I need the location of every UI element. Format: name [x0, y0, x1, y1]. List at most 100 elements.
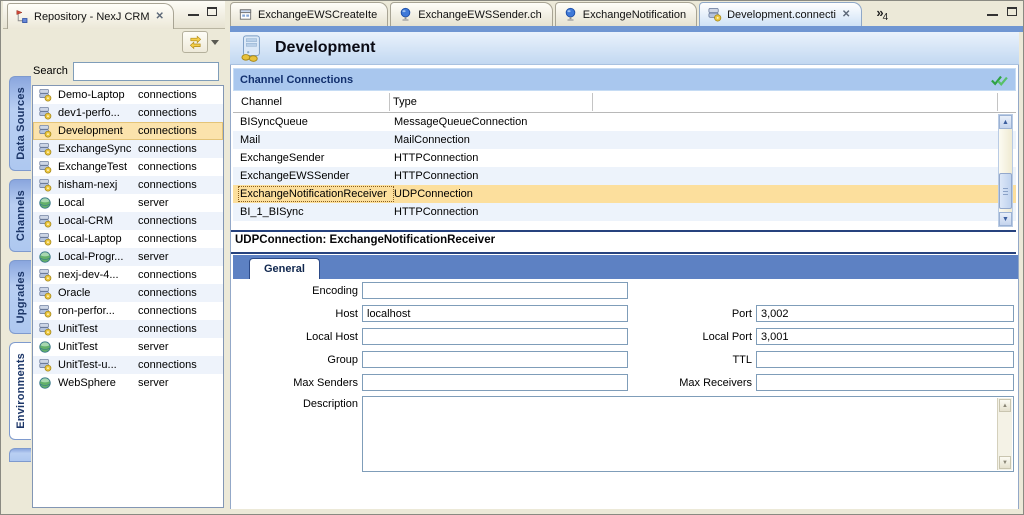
- minimize-icon[interactable]: [188, 7, 199, 16]
- search-label: Search: [33, 65, 68, 77]
- field-local-host-input[interactable]: [362, 328, 628, 345]
- form-field-local-host: Local Host: [233, 328, 628, 345]
- scroll-down-icon[interactable]: ▼: [999, 456, 1011, 469]
- tab-general[interactable]: General: [249, 258, 320, 279]
- connections-icon: [38, 214, 52, 228]
- list-item-local-progr[interactable]: Local-Progr... server: [33, 248, 223, 266]
- list-item-websphere[interactable]: WebSphere server: [33, 374, 223, 392]
- field-max-receivers-input[interactable]: [756, 374, 1014, 391]
- close-icon[interactable]: ✕: [155, 11, 165, 22]
- server-icon: [38, 250, 52, 264]
- table-row-bisyncqueue[interactable]: BISyncQueue MessageQueueConnection: [233, 113, 1016, 131]
- connections-icon: [38, 160, 52, 174]
- minimize-icon[interactable]: [987, 7, 998, 16]
- table-row-bi-1-bisync[interactable]: BI_1_BISync HTTPConnection: [233, 203, 1016, 221]
- channel-connections-table: Channel Type BISyncQueue MessageQueueCon…: [233, 92, 1016, 229]
- list-item-oracle[interactable]: Oracle connections: [33, 284, 223, 302]
- editor-tab-bar: ExchangeEWSCreateIte ✕ ExchangeEWSSender…: [230, 1, 1023, 26]
- list-item-development[interactable]: Development connections: [33, 122, 223, 140]
- sidebar-tab-channels[interactable]: Channels: [9, 179, 31, 252]
- form-field-max-receivers: Max Receivers: [622, 374, 1014, 391]
- list-item-demo-laptop[interactable]: Demo-Laptop connections: [33, 86, 223, 104]
- list-item-unittest-u[interactable]: UnitTest-u... connections: [33, 356, 223, 374]
- list-item-local-crm[interactable]: Local-CRM connections: [33, 212, 223, 230]
- field-ttl-input[interactable]: [756, 351, 1014, 368]
- sidebar-tab-data-sources[interactable]: Data Sources: [9, 76, 31, 171]
- more-tabs-indicator[interactable]: »4: [872, 3, 891, 26]
- editor-header: Development: [230, 32, 1019, 65]
- repository-view-title: Repository - NexJ CRM: [34, 11, 150, 23]
- form-left-column: Encoding Host Local Host Group Max Sende…: [233, 282, 628, 397]
- connections-icon: [38, 232, 52, 246]
- list-item-local-laptop[interactable]: Local-Laptop connections: [33, 230, 223, 248]
- field-max-senders-input[interactable]: [362, 374, 628, 391]
- list-item-local[interactable]: Local server: [33, 194, 223, 212]
- field-local-port-input[interactable]: [756, 328, 1014, 345]
- list-item-nexj-dev-4[interactable]: nexj-dev-4... connections: [33, 266, 223, 284]
- editor-tab-development-connecti[interactable]: Development.connecti ✕: [699, 2, 862, 26]
- scrollbar-thumb[interactable]: [999, 173, 1012, 209]
- list-item-unittest[interactable]: UnitTest connections: [33, 320, 223, 338]
- field-group-input[interactable]: [362, 351, 628, 368]
- form-field-ttl: TTL: [622, 351, 1014, 368]
- description-textarea[interactable]: ▲ ▼: [362, 396, 1014, 472]
- connections-icon: [38, 88, 52, 102]
- list-item-exchangesync[interactable]: ExchangeSync connections: [33, 140, 223, 158]
- list-item-unittest[interactable]: UnitTest server: [33, 338, 223, 356]
- table-row-exchangenotificationreceiver[interactable]: ExchangeNotificationReceiver UDPConnecti…: [233, 185, 1016, 203]
- sync-arrows-icon: [187, 35, 204, 50]
- repository-icon: [14, 9, 29, 24]
- section-title: Channel Connections: [240, 74, 353, 86]
- connections-icon: [38, 358, 52, 372]
- divider: [231, 252, 1016, 254]
- editor-tab-exchangenotification[interactable]: ExchangeNotification ✕: [555, 2, 697, 26]
- scroll-up-icon[interactable]: ▲: [999, 399, 1011, 412]
- list-item-ron-perfor[interactable]: ron-perfor... connections: [33, 302, 223, 320]
- field-port-input[interactable]: [756, 305, 1014, 322]
- detail-header: UDPConnection: ExchangeNotificationRecei…: [235, 234, 495, 246]
- validate-check-icon[interactable]: [990, 73, 1009, 87]
- connections-icon: [38, 106, 52, 120]
- list-item-exchangetest[interactable]: ExchangeTest connections: [33, 158, 223, 176]
- repository-view-tab[interactable]: Repository - NexJ CRM ✕: [7, 3, 174, 29]
- connections-icon: [38, 286, 52, 300]
- environment-server-icon: [237, 34, 265, 62]
- sidebar-tab-environments[interactable]: Environments: [9, 342, 31, 440]
- column-header-channel[interactable]: Channel: [241, 96, 282, 108]
- maximize-icon[interactable]: [207, 7, 217, 16]
- connections-icon: [38, 322, 52, 336]
- connections-icon: [38, 178, 52, 192]
- view-menu-chevron-icon[interactable]: [211, 40, 219, 45]
- link-with-editor-button[interactable]: [182, 31, 208, 53]
- scrollbar-track[interactable]: [999, 129, 1012, 212]
- connections-icon: [38, 268, 52, 282]
- list-item-hisham-nexj[interactable]: hisham-nexj connections: [33, 176, 223, 194]
- repository-toolbar: [3, 29, 225, 55]
- field-encoding-input[interactable]: [362, 282, 628, 299]
- table-scrollbar[interactable]: ▲ ▼: [998, 114, 1013, 227]
- form-field-encoding: Encoding: [233, 282, 628, 299]
- column-header-type[interactable]: Type: [393, 96, 417, 108]
- table-row-mail[interactable]: Mail MailConnection: [233, 131, 1016, 149]
- scroll-down-icon[interactable]: ▼: [999, 212, 1012, 226]
- description-scrollbar[interactable]: ▲ ▼: [997, 398, 1012, 470]
- maximize-icon[interactable]: [1007, 7, 1017, 16]
- table-row-exchangesender[interactable]: ExchangeSender HTTPConnection: [233, 149, 1016, 167]
- list-item-dev1-perfo[interactable]: dev1-perfo... connections: [33, 104, 223, 122]
- field-host-input[interactable]: [362, 305, 628, 322]
- sidebar-tab-upgrades[interactable]: Upgrades: [9, 260, 31, 334]
- editor-tab-exchangeewscreateite[interactable]: ExchangeEWSCreateIte ✕: [230, 2, 388, 26]
- form-field-port: Port: [622, 305, 1014, 322]
- scroll-up-icon[interactable]: ▲: [999, 115, 1012, 129]
- connections-icon: [707, 7, 722, 22]
- description-label: Description: [233, 398, 358, 410]
- udp-connection-form: Encoding Host Local Host Group Max Sende…: [231, 279, 1016, 509]
- search-row: Search: [33, 60, 225, 82]
- form-right-column: Port Local Port TTL Max Receivers: [622, 305, 1014, 397]
- table-row-exchangeewssender[interactable]: ExchangeEWSSender HTTPConnection: [233, 167, 1016, 185]
- editor-tab-exchangeewssender-ch[interactable]: ExchangeEWSSender.ch ✕: [390, 2, 553, 26]
- server-icon: [38, 196, 52, 210]
- sidebar-tab-partial[interactable]: [9, 448, 31, 462]
- close-icon[interactable]: ✕: [841, 9, 851, 20]
- search-input[interactable]: [73, 62, 219, 81]
